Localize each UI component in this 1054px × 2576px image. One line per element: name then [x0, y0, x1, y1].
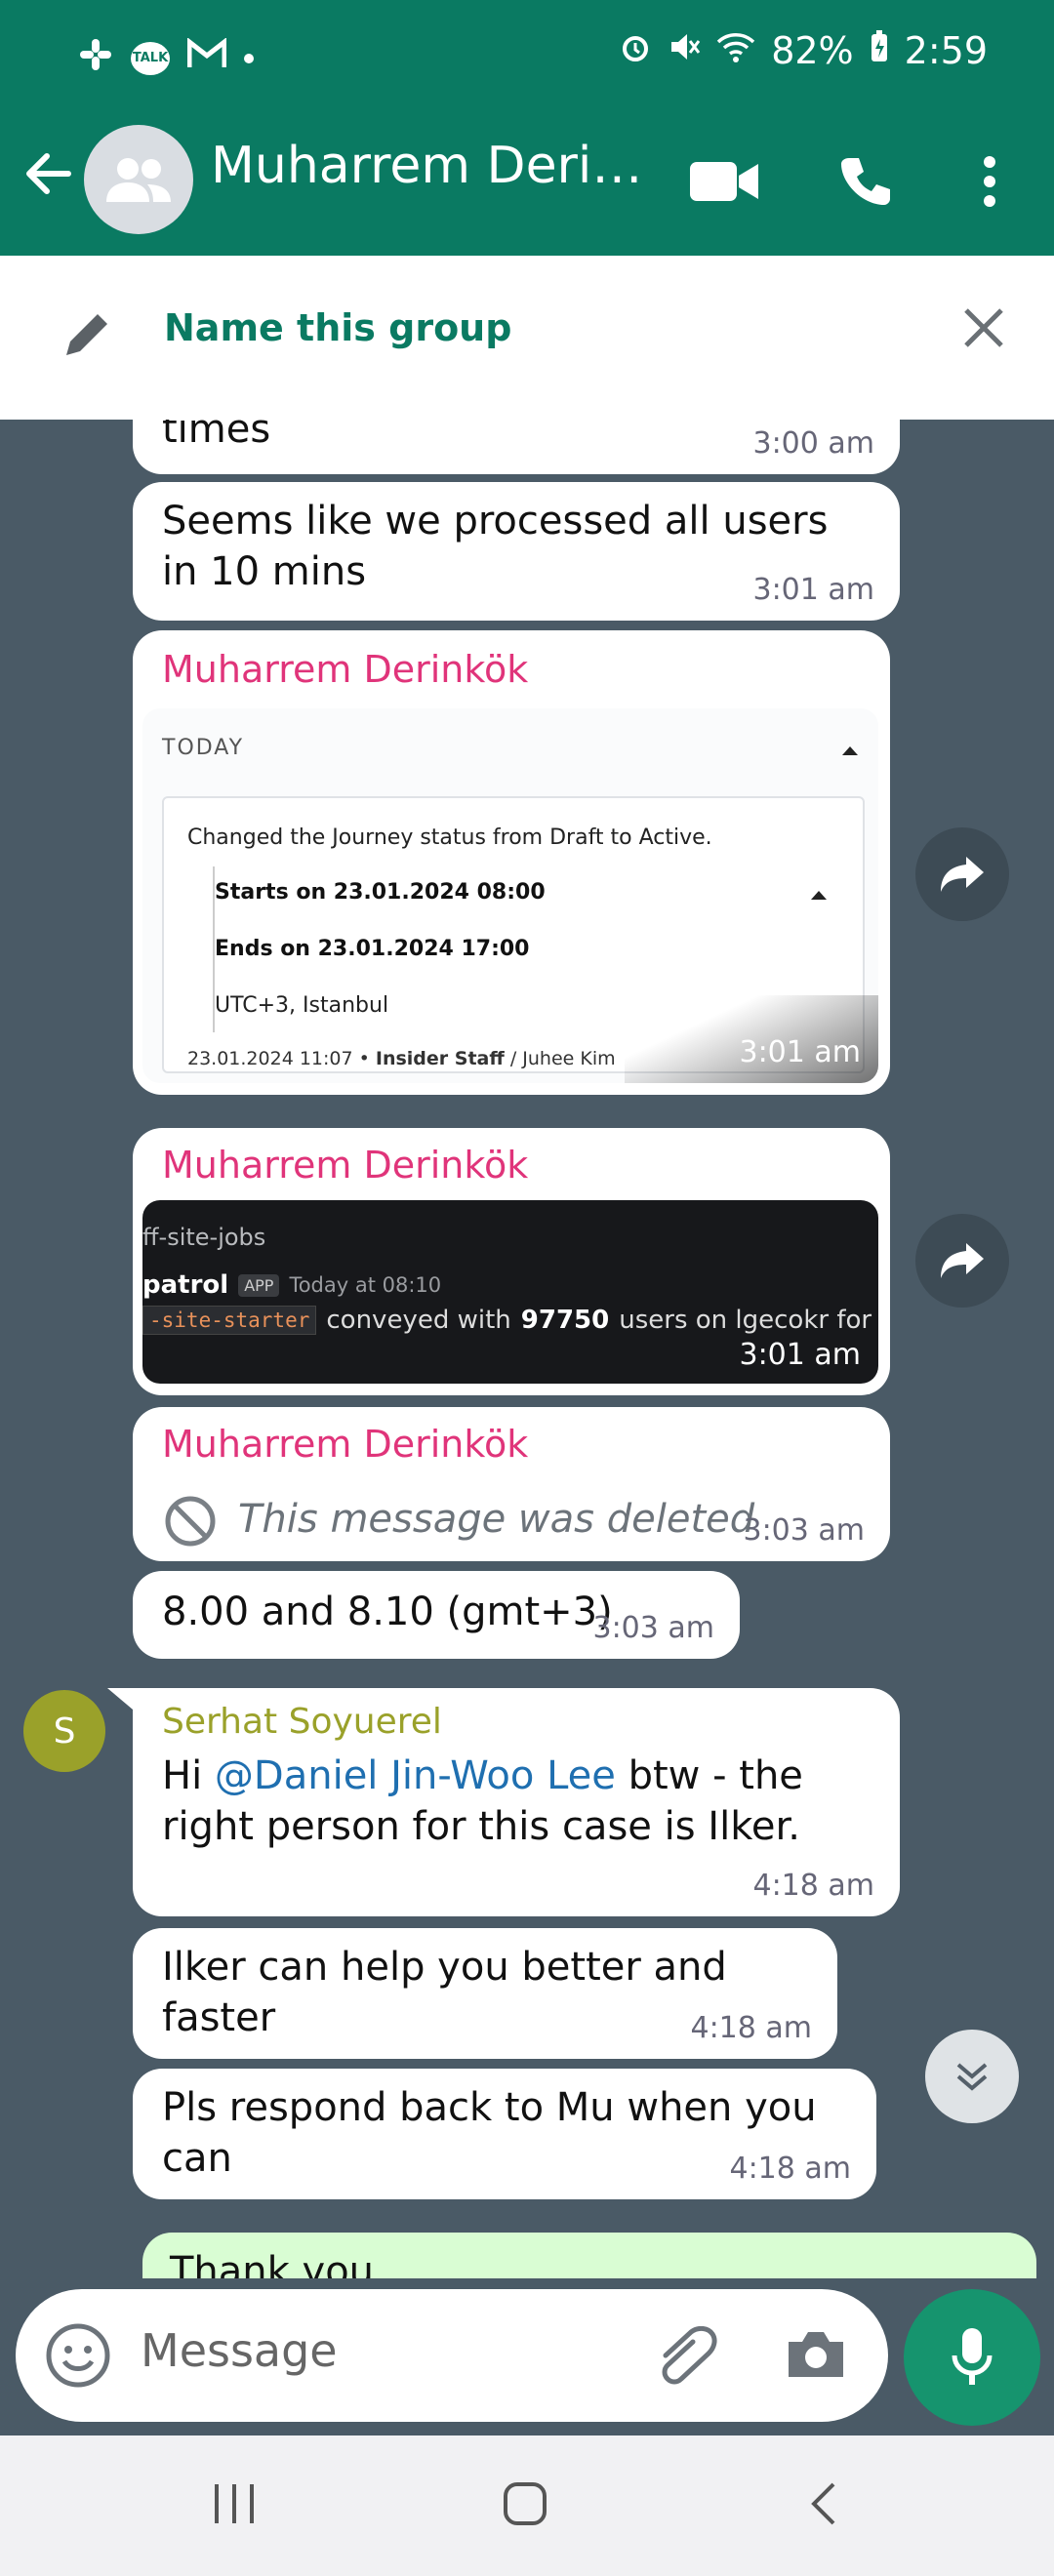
back-nav-icon[interactable] [800, 2478, 851, 2533]
chat-title[interactable]: Muharrem Derin... [211, 137, 650, 195]
footer-date: 23.01.2024 11:07 [187, 1048, 353, 1069]
message-time: 3:01 am [739, 1035, 861, 1069]
deleted-text: This message was deleted [238, 1497, 755, 1542]
emoji-icon[interactable] [45, 2322, 111, 2393]
image-message-bubble[interactable]: Muharrem Derinkök ff-site-jobs patrol AP… [133, 1128, 890, 1395]
forward-icon[interactable] [915, 827, 1009, 921]
message-time: 3:01 am [739, 1338, 861, 1372]
message-time: 3:00 am [752, 426, 874, 461]
code-span: -site-starter [142, 1306, 317, 1335]
message-bubble[interactable]: Ilker can help you better and faster 4:1… [133, 1928, 837, 2059]
sender-name: Muharrem Derinkök [162, 1144, 529, 1187]
talk-icon: TALK [131, 41, 170, 75]
alarm-icon [619, 29, 652, 72]
group-avatar[interactable] [84, 125, 193, 234]
bot-text-b: users on lgecokr for 254 [619, 1306, 878, 1335]
more-options-icon[interactable] [951, 142, 1029, 221]
chat-header: Muharrem Derin... [0, 115, 1054, 256]
bot-text-a: conveyed with [326, 1306, 511, 1335]
sender-name: Muharrem Derinkök [162, 648, 529, 691]
message-text: Hi @Daniel Jin-Woo Lee btw - the right p… [162, 1751, 865, 1852]
message-text: Thank you [170, 2249, 375, 2278]
collapse-icon [810, 886, 828, 905]
journey-footer: 23.01.2024 11:07 • Insider Staff / Juhee… [187, 1048, 616, 1069]
system-status: 82% 2:59 [619, 29, 988, 72]
system-nav-bar [0, 2435, 1054, 2576]
bot-message: -site-starter conveyed with 97750 users … [142, 1306, 878, 1335]
slack-screenshot-image[interactable]: ff-site-jobs patrol APP Today at 08:10 -… [142, 1200, 878, 1384]
avatar[interactable]: S [23, 1690, 105, 1772]
message-bubble[interactable]: Seems like we processed all users in 10 … [133, 482, 900, 621]
message-list[interactable]: times 3:00 am Seems like we processed al… [0, 420, 1054, 2278]
message-bubble[interactable]: times 3:00 am [133, 420, 900, 474]
more-notifications-dot [244, 53, 254, 63]
screenshot-image[interactable]: TODAY Changed the Journey status from Dr… [142, 708, 878, 1083]
journey-starts: Starts on 23.01.2024 08:00 [215, 880, 546, 905]
status-bar: TALK 82% 2:59 [0, 0, 1054, 115]
footer-by: Insider Staff [375, 1048, 505, 1069]
scroll-to-bottom-button[interactable] [925, 2030, 1019, 2123]
slack-icon [78, 37, 113, 79]
battery-icon [870, 29, 889, 72]
outgoing-message-bubble[interactable]: Thank you [142, 2233, 1036, 2278]
forward-icon[interactable] [915, 1214, 1009, 1308]
mute-icon [668, 29, 701, 72]
blocked-icon [164, 1495, 217, 1551]
message-time: 3:03 am [743, 1513, 865, 1548]
voice-message-button[interactable] [904, 2289, 1040, 2426]
bot-name: patrol [142, 1270, 229, 1300]
collapse-icon [841, 742, 859, 760]
user-count: 97750 [520, 1306, 610, 1335]
journey-timezone: UTC+3, Istanbul [215, 993, 389, 1018]
message-time: 4:18 am [690, 2011, 812, 2045]
voice-call-icon[interactable] [826, 142, 904, 221]
camera-icon[interactable] [785, 2328, 847, 2385]
bot-header: patrol APP Today at 08:10 [142, 1270, 441, 1300]
message-time: 3:03 am [592, 1611, 714, 1645]
footer-user: / Juhee Kim [509, 1048, 616, 1069]
message-bubble[interactable]: Pls respond back to Mu when you can 4:18… [133, 2069, 876, 2199]
journey-ends: Ends on 23.01.2024 17:00 [215, 937, 530, 961]
home-icon[interactable] [500, 2478, 550, 2533]
wifi-icon [716, 29, 755, 72]
message-time: 3:01 am [752, 573, 874, 607]
gmail-icon [186, 36, 227, 78]
journey-changed-text: Changed the Journey status from Draft to… [187, 825, 712, 850]
channel-name: ff-site-jobs [142, 1224, 266, 1251]
name-group-banner[interactable]: Name this group [0, 256, 1054, 420]
app-tag: APP [238, 1273, 280, 1297]
recent-apps-icon[interactable] [209, 2478, 260, 2533]
people-icon [106, 158, 171, 202]
message-time: 4:18 am [729, 2152, 851, 2186]
microphone-icon [952, 2328, 993, 2385]
message-text: times [162, 420, 271, 452]
message-input[interactable]: Message [141, 2324, 338, 2377]
back-arrow-icon[interactable] [20, 144, 78, 203]
pencil-icon [61, 306, 115, 365]
video-call-icon[interactable] [685, 142, 763, 221]
image-message-bubble-full[interactable]: Muharrem Derinkök TODAY Changed the Jour… [133, 630, 890, 1095]
sender-name: Muharrem Derinkök [162, 1423, 529, 1466]
message-bubble[interactable]: 8.00 and 8.10 (gmt+3) 3:03 am [133, 1571, 740, 1659]
close-icon[interactable] [962, 306, 1005, 353]
mention-link[interactable]: @Daniel Jin-Woo Lee [215, 1753, 616, 1798]
notification-icons: TALK [78, 36, 254, 79]
bubble-tail [107, 1688, 133, 1710]
bot-time: Today at 08:10 [289, 1273, 442, 1297]
clock: 2:59 [904, 29, 988, 72]
message-input-bar[interactable]: Message [16, 2289, 888, 2422]
today-label: TODAY [162, 736, 245, 760]
attach-icon[interactable] [656, 2325, 724, 2391]
greeting: Hi [162, 1753, 203, 1798]
battery-percent: 82% [771, 29, 854, 72]
message-time: 4:18 am [752, 1869, 874, 1903]
name-group-label[interactable]: Name this group [164, 306, 511, 349]
message-text: 8.00 and 8.10 (gmt+3) [162, 1590, 613, 1634]
double-chevron-down-icon [956, 2063, 988, 2091]
deleted-message-bubble[interactable]: Muharrem Derinkök This message was delet… [133, 1407, 890, 1561]
sender-name: Serhat Soyuerel [162, 1702, 442, 1742]
message-bubble[interactable]: Serhat Soyuerel Hi @Daniel Jin-Woo Lee b… [133, 1688, 900, 1916]
